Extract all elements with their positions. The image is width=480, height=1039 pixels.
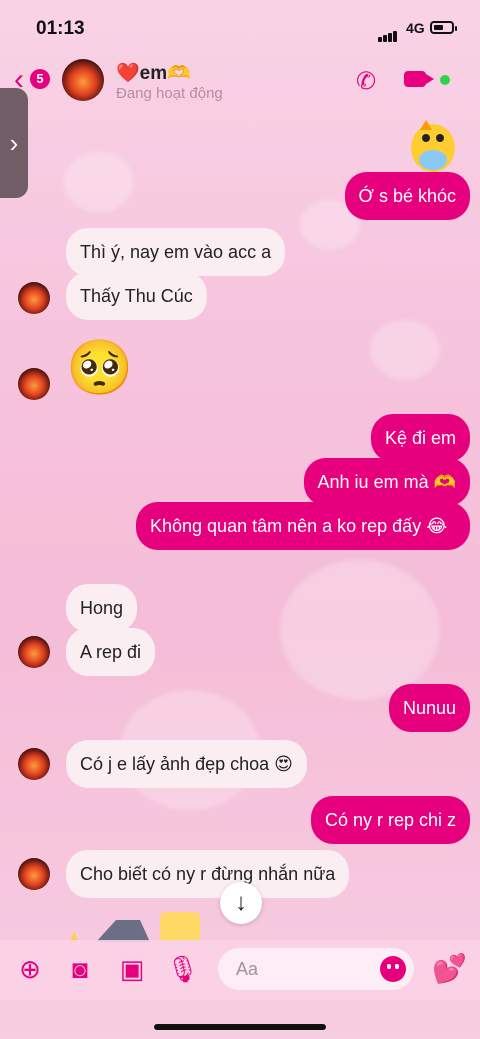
home-indicator[interactable]	[154, 1024, 326, 1030]
background-heart	[280, 560, 440, 700]
microphone-icon[interactable]: 🎙	[166, 954, 199, 984]
chat-header: ‹ 5 ❤️em🫶 Đang hoạt động ✆	[0, 55, 480, 105]
status-bar: 01:13 4G	[0, 0, 480, 50]
video-camera-icon[interactable]	[404, 71, 434, 87]
side-panel-handle[interactable]: ›	[0, 88, 28, 198]
phone-icon[interactable]: ✆	[356, 67, 376, 96]
message-bubble-incoming[interactable]: Thấy Thu Cúc	[66, 272, 207, 320]
sender-avatar[interactable]	[18, 858, 50, 890]
message-bubble-outgoing[interactable]: Kệ đi em	[370, 414, 470, 462]
network-type: 4G	[406, 20, 425, 36]
unread-count-badge[interactable]: 5	[30, 69, 50, 89]
message-bubble-outgoing[interactable]: Anh iu em mà 🫶	[303, 458, 470, 506]
message-bubble-outgoing[interactable]: Ớ s bé khóc	[344, 172, 470, 220]
signal-icon	[378, 24, 398, 42]
sender-avatar[interactable]	[18, 636, 50, 668]
sender-avatar[interactable]	[18, 368, 50, 400]
sticker-partial	[70, 912, 200, 942]
message-bubble-outgoing[interactable]: Có ny r rep chi z	[310, 796, 470, 844]
message-bubble-incoming[interactable]: Cho biết có ny r đừng nhắn nữa	[66, 850, 350, 898]
plus-circle-icon[interactable]: ⊕	[14, 954, 46, 984]
image-icon[interactable]: ▣	[116, 954, 148, 984]
camera-icon[interactable]: ◙	[64, 954, 96, 984]
message-bubble-incoming[interactable]: Có j e lấy ảnh đẹp choa 😍	[66, 740, 307, 788]
background-heart	[370, 320, 440, 380]
message-bubble-outgoing[interactable]: Nunuu	[388, 684, 470, 732]
battery-icon	[430, 21, 457, 34]
message-input[interactable]: Aa	[218, 948, 414, 990]
message-bubble-incoming[interactable]: Hong	[66, 584, 138, 632]
contact-avatar[interactable]	[62, 59, 104, 101]
message-composer: ⊕ ◙ ▣ 🎙 Aa 💕	[0, 940, 480, 1000]
background-heart	[64, 152, 134, 212]
status-time: 01:13	[36, 18, 85, 39]
message-input-placeholder: Aa	[236, 959, 259, 979]
contact-name[interactable]: ❤️em🫶	[116, 61, 191, 85]
sticker-crying-dino	[411, 120, 455, 172]
message-emoji-incoming[interactable]: 🥺	[66, 338, 133, 398]
smiley-icon[interactable]	[380, 956, 406, 982]
hearts-icon[interactable]: 💕	[432, 952, 467, 985]
online-indicator	[440, 75, 450, 85]
sender-avatar[interactable]	[18, 748, 50, 780]
arrow-down-icon[interactable]: ↓	[220, 882, 262, 924]
active-status: Đang hoạt động	[116, 85, 223, 102]
message-bubble-incoming[interactable]: A rep đi	[66, 628, 156, 676]
sender-avatar[interactable]	[18, 282, 50, 314]
message-bubble-outgoing[interactable]: Không quan tâm nên a ko rep đấy 😂	[136, 502, 470, 550]
message-bubble-incoming[interactable]: Thì ý, nay em vào acc a	[66, 228, 286, 276]
